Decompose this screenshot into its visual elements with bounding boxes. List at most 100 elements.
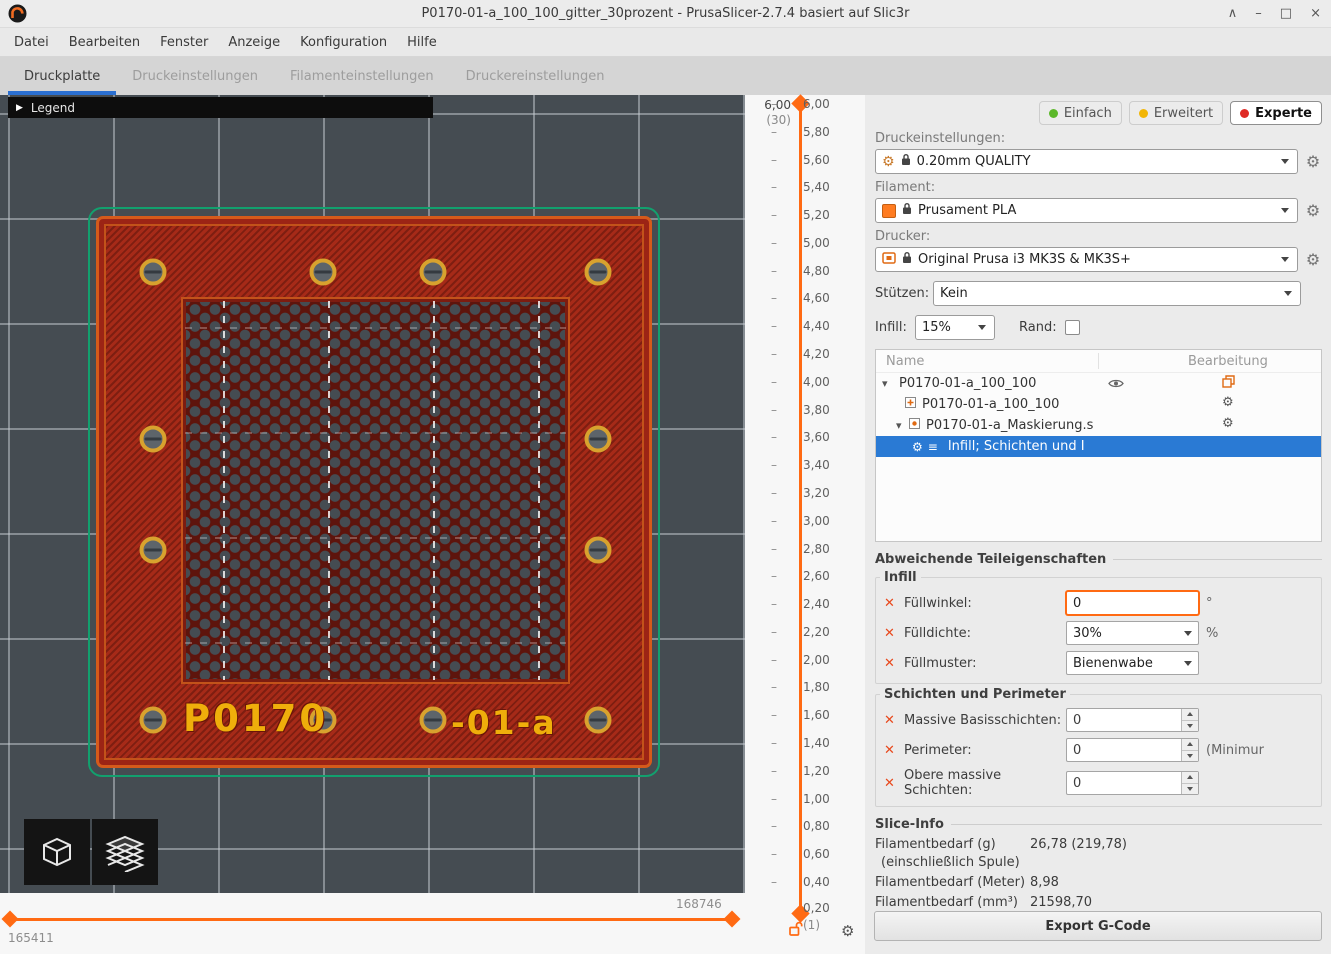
remove-setting-icon[interactable]: ✕ — [884, 776, 904, 791]
layer-tick: – 1,80 — [771, 680, 830, 694]
edit-object-icon[interactable] — [1222, 375, 1235, 392]
remove-setting-icon[interactable]: ✕ — [884, 656, 904, 671]
print-preset-combo[interactable]: ⚙ 0.20mm QUALITY — [875, 149, 1298, 174]
perimeters-label: Perimeter: — [904, 743, 1066, 758]
layer-tick: – 5,20 — [771, 208, 830, 222]
layer-tick: – 0,40 — [771, 875, 830, 889]
filament-settings-gear-icon[interactable]: ⚙ — [1304, 203, 1322, 219]
object-row[interactable]: ▾ P0170-01-a_Maskierung.s ⚙ — [876, 415, 1321, 436]
perimeters-spinner[interactable]: 0 — [1066, 738, 1199, 762]
print-profile-gear-icon: ⚙ — [882, 155, 895, 169]
tick-mark: – — [771, 153, 785, 167]
layer-tick: – 5,60 — [771, 153, 830, 167]
slider-settings-gear-icon[interactable]: ⚙ — [841, 922, 854, 940]
tick-label: 5,40 — [803, 180, 830, 194]
print-settings-gear-icon[interactable]: ⚙ — [1304, 154, 1322, 170]
remove-setting-icon[interactable]: ✕ — [884, 713, 904, 728]
slice-info-row: Filamentbedarf (Meter) 8,98 — [875, 875, 1322, 890]
tick-mark: – — [771, 847, 785, 861]
model-object[interactable]: P0170 -01-a — [96, 216, 652, 768]
tick-mark: – — [771, 819, 785, 833]
tick-mark: – — [771, 403, 785, 417]
mode-einfach[interactable]: Einfach — [1039, 101, 1122, 125]
fill-density-unit: % — [1206, 626, 1218, 641]
remove-setting-icon[interactable]: ✕ — [884, 596, 904, 611]
spin-down-button[interactable] — [1182, 751, 1198, 762]
spin-up-button[interactable] — [1182, 709, 1198, 721]
object-row[interactable]: ▾ P0170-01-a_100_100 — [876, 373, 1321, 394]
object-row[interactable]: P0170-01-a_100_100 ⚙ — [876, 394, 1321, 415]
tick-mark: – — [771, 514, 785, 528]
mode-erweitert[interactable]: Erweitert — [1129, 101, 1223, 125]
tab-druckplatte[interactable]: Druckplatte — [8, 57, 116, 95]
printer-preset-combo[interactable]: Original Prusa i3 MK3S & MK3S+ — [875, 247, 1298, 272]
printer-settings-gear-icon[interactable]: ⚙ — [1304, 252, 1322, 268]
legend-bar[interactable]: ▶ Legend — [8, 97, 433, 118]
infill-combo[interactable]: 15% — [915, 315, 995, 340]
top-layers-spinner[interactable]: 0 — [1066, 771, 1199, 795]
remove-setting-icon[interactable]: ✕ — [884, 743, 904, 758]
remove-setting-icon[interactable]: ✕ — [884, 626, 904, 641]
slice-value: 8,98 — [1030, 875, 1059, 890]
fill-pattern-select[interactable]: Bienenwabe — [1066, 651, 1199, 675]
menu-item[interactable]: Hilfe — [397, 28, 447, 57]
object-settings-gear-icon[interactable]: ⚙ — [1222, 417, 1234, 430]
menu-item[interactable]: Bearbeiten — [59, 28, 150, 57]
editor-view-button[interactable] — [24, 819, 90, 885]
mode-erweitert-dot-icon — [1139, 109, 1148, 118]
slice-label: Filamentbedarf (mm³) — [875, 895, 1030, 910]
layer-tick: – 2,80 — [771, 542, 830, 556]
export-gcode-button[interactable]: Export G-Code — [874, 911, 1322, 941]
tab-filamenteinstellungen[interactable]: Filamenteinstellungen — [274, 57, 450, 95]
spin-down-button[interactable] — [1182, 721, 1198, 732]
brim-checkbox[interactable] — [1065, 320, 1080, 335]
tick-mark: – — [771, 736, 785, 750]
expander-icon[interactable]: ▾ — [896, 419, 908, 432]
chevron-down-icon — [1281, 159, 1289, 164]
menu-item[interactable]: Datei — [4, 28, 59, 57]
object-row-selected[interactable]: ⚙ ≡ Infill; Schichten und I — [876, 436, 1321, 457]
filament-preset-combo[interactable]: Prusament PLA — [875, 198, 1298, 223]
fill-density-select[interactable]: 30% — [1066, 621, 1199, 645]
chevron-down-icon — [978, 325, 986, 330]
bottom-layers-spinner[interactable]: 0 — [1066, 708, 1199, 732]
supports-combo[interactable]: Kein — [933, 281, 1301, 306]
maximize-button[interactable]: □ — [1280, 6, 1292, 21]
spin-down-button[interactable] — [1182, 784, 1198, 795]
mode-experte[interactable]: Experte — [1230, 101, 1322, 125]
h-slider-right-handle[interactable] — [724, 911, 741, 928]
tab-druckeinstellungen[interactable]: Druckeinstellungen — [116, 57, 274, 95]
layer-ticks[interactable]: – 6,00 – 5,80 – 5,60 – — [771, 97, 830, 889]
model-infill-grid — [181, 297, 570, 684]
preview-view-button[interactable] — [92, 819, 158, 885]
legend-expand-icon[interactable]: ▶ — [16, 103, 23, 113]
horizontal-slider[interactable] — [10, 918, 733, 921]
fill-angle-input[interactable] — [1066, 591, 1199, 615]
layer-tick: – 3,60 — [771, 430, 830, 444]
3d-viewport[interactable]: ▶ Legend — [0, 95, 745, 893]
tab-druckereinstellungen[interactable]: Druckereinstellungen — [450, 57, 621, 95]
prusaslicer-window: P0170-01-a_100_100_gitter_30prozent - Pr… — [0, 0, 1331, 954]
minimize-button[interactable]: – — [1255, 6, 1262, 21]
printer-icon — [882, 252, 896, 268]
mode-erweitert-label: Erweitert — [1154, 106, 1213, 121]
tick-mark: – — [771, 486, 785, 500]
menu-item[interactable]: Anzeige — [218, 28, 290, 57]
chevron-down-icon — [1281, 257, 1289, 262]
spin-up-button[interactable] — [1182, 739, 1198, 751]
bed-gridline — [223, 301, 225, 680]
eye-icon[interactable] — [1108, 378, 1124, 393]
close-button[interactable]: × — [1310, 6, 1321, 21]
h-slider-left-handle[interactable] — [2, 911, 19, 928]
titlebar: P0170-01-a_100_100_gitter_30prozent - Pr… — [0, 0, 1331, 28]
spin-up-button[interactable] — [1182, 772, 1198, 784]
menu-item[interactable]: Fenster — [150, 28, 218, 57]
layer-tick: – 1,40 — [771, 736, 830, 750]
slider-unlock-icon[interactable] — [789, 921, 803, 940]
menu-item[interactable]: Konfiguration — [290, 28, 397, 57]
object-settings-gear-icon[interactable]: ⚙ — [1222, 396, 1234, 409]
part-icon — [904, 396, 917, 413]
object-list: Name Bearbeitung ▾ P0170-01-a_100_100 P0… — [875, 349, 1322, 542]
shade-button[interactable]: ∧ — [1228, 6, 1238, 21]
expander-icon[interactable]: ▾ — [882, 377, 894, 390]
